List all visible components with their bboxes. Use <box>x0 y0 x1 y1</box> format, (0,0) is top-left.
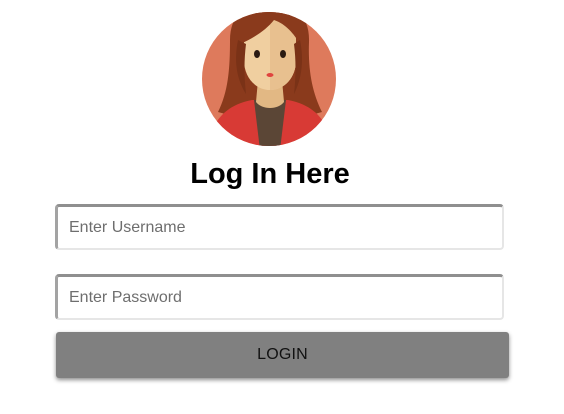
login-button[interactable]: LOGIN <box>56 332 509 378</box>
login-page: Log In Here LOGIN <box>0 0 564 414</box>
avatar <box>200 0 340 148</box>
username-input[interactable] <box>55 204 504 250</box>
woman-avatar-icon <box>202 12 336 146</box>
page-title: Log In Here <box>190 158 350 190</box>
password-input[interactable] <box>55 274 504 320</box>
